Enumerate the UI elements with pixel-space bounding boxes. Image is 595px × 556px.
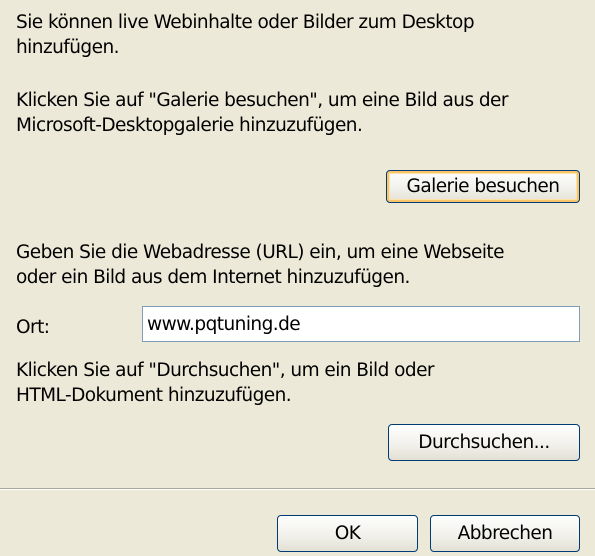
visit-gallery-button[interactable]: Galerie besuchen	[386, 170, 580, 203]
location-input[interactable]	[142, 306, 580, 342]
intro-text: Sie können live Webinhalte oder Bilder z…	[16, 12, 475, 58]
browse-button[interactable]: Durchsuchen...	[388, 424, 580, 461]
ok-button[interactable]: OK	[277, 515, 418, 552]
url-instruction-text: Geben Sie die Webadresse (URL) ein, um e…	[16, 242, 505, 288]
browse-instruction-text: Klicken Sie auf "Durchsuchen", um ein Bi…	[16, 360, 435, 406]
gallery-instruction-text: Klicken Sie auf "Galerie besuchen", um e…	[16, 90, 509, 136]
cancel-button[interactable]: Abbrechen	[430, 515, 580, 552]
footer-separator	[0, 488, 595, 490]
